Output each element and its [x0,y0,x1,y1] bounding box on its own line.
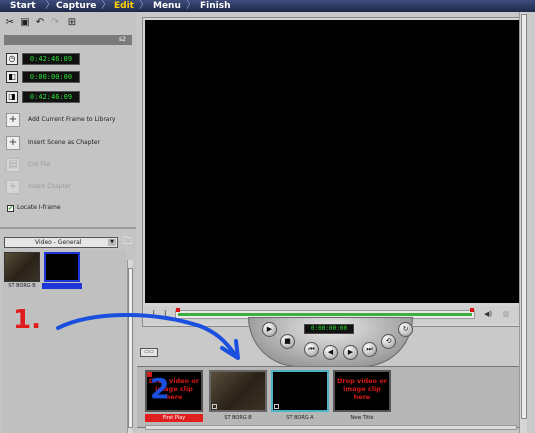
storyboard-slot-label: New Title [350,415,374,421]
right-scrollbar[interactable] [519,12,527,433]
top-navigation-bar: Start 〉 Capture 〉 Edit 〉 Menu 〉 Finish [0,0,535,12]
cut-file-button[interactable]: ▤ Cut File [6,158,131,172]
options-panel: ✂ ▣ ↶ ↷ ⊞ s2 ◷ 0:42:46:09 ◧ 0:00:00:00 ◨… [0,12,136,433]
panel-divider [0,227,136,229]
clip-corner-icon [212,404,217,409]
preview-window [145,20,520,303]
storyboard-slot-label: First Play [145,414,203,422]
mark-out-icon[interactable]: ◨ [6,91,18,103]
duration-row: ◷ 0:42:46:09 [6,53,81,65]
repeat-button[interactable]: ⟲ [381,334,396,349]
library-category-value: Video - General [35,239,82,246]
storyboard-scene-clip[interactable] [271,370,329,412]
options-icon[interactable]: ⊞ [66,17,78,29]
library-category-dropdown[interactable]: Video - General ▼ [4,237,118,248]
next-frame-button[interactable]: ▶ [343,345,358,360]
storyboard-drop-slot[interactable]: Drop video or image clip here [145,370,203,412]
end-button[interactable]: ⏭ [362,342,377,357]
scrub-progress-fill [178,313,472,316]
chapter-icon: + [6,180,20,194]
library-clip-thumbnail-selected[interactable] [44,252,80,282]
storyboard-scene-clip[interactable] [209,370,267,412]
previous-frame-button[interactable]: ◀ [323,345,338,360]
play-button[interactable]: ▶ [262,322,277,337]
start-marker[interactable] [176,308,180,312]
clock-icon: ◷ [6,53,18,65]
mark-out-row: ◨ 0:42:46:09 [6,91,81,103]
annotation-step-one: 1. [13,305,41,335]
library-clip-caption: ST BORG B [8,283,36,289]
chevron-right-icon: 〉 [186,0,196,11]
chevron-down-icon: ▼ [108,239,116,246]
library-scrollbar-thumb[interactable] [128,268,133,428]
mark-out-timecode[interactable]: 0:42:46:09 [22,91,80,103]
locate-iframe-label: Locate I-frame [17,204,61,211]
storyboard-drop-slot[interactable]: Drop video or image clip here [333,370,391,412]
chevron-right-icon: 〉 [45,0,55,11]
insert-scene-as-chapter-button[interactable]: + Insert Scene as Chapter [6,136,131,150]
repeat-toggle-button[interactable]: ↻ [398,322,413,337]
mark-in-button[interactable]: ⁅ [149,309,159,319]
library-clip-caption-selected: ST BORG A [42,283,82,289]
split-icon[interactable]: ▥ [501,309,511,319]
scissors-icon[interactable]: ✂ [4,17,16,29]
insert-chapter-button[interactable]: + Insert Chapter [6,180,131,194]
stop-button[interactable]: ■ [280,334,295,349]
insert-chapter-icon: + [6,136,20,150]
storyboard-slot-label: ST BORG A [286,415,314,421]
right-scrollbar-thumb[interactable] [521,14,527,419]
storyboard-slot-label: ST BORG B [224,415,252,421]
home-button[interactable]: ⏮ [304,342,319,357]
mark-in-timecode[interactable]: 0:00:00:00 [22,71,80,83]
mark-in-icon[interactable]: ◧ [6,71,18,83]
tab-menu[interactable]: Menu [153,0,181,12]
storyboard-view-toggle[interactable]: ▭▭ [140,348,158,357]
duration-timecode[interactable]: 0:42:46:09 [22,53,80,65]
library-clip-thumbnail[interactable] [4,252,40,282]
add-frame-to-library-button[interactable]: + Add Current Frame to Library [6,113,131,127]
library-area: ST BORG B ST BORG A [2,250,126,433]
library-scrollbar[interactable] [127,260,133,433]
undo-icon[interactable]: ↶ [34,17,46,29]
locate-iframe-checkbox[interactable]: ✔ [7,205,14,212]
mark-in-row: ◧ 0:00:00:00 [6,71,81,83]
preview-frame: ⁅ ⁆ ◀) ▥ [142,17,522,327]
chevron-right-icon: 〉 [101,0,111,11]
end-marker[interactable] [470,308,474,312]
clip-name-bar: s2 [4,35,132,45]
chevron-right-icon: 〉 [139,0,149,11]
clip-corner-icon [274,404,279,409]
tab-edit[interactable]: Edit [114,0,134,12]
mark-out-button[interactable]: ⁆ [160,309,170,319]
redo-icon[interactable]: ↷ [49,17,61,29]
folder-icon[interactable]: 🗀 [121,236,134,248]
storyboard: Drop video or image clip here First Play… [137,366,519,428]
navigation-controller: ▶ ■ 0:00:00:00 ⏮ ◀ ▶ ⏭ ⟲ ↻ [248,317,413,367]
volume-icon[interactable]: ◀) [483,309,493,319]
cut-file-icon: ▤ [6,158,20,172]
tab-start[interactable]: Start [10,0,36,12]
storyboard-scrollbar[interactable] [145,425,517,430]
tab-capture[interactable]: Capture [56,0,96,12]
save-icon[interactable]: ▣ [19,17,31,29]
tab-finish[interactable]: Finish [200,0,231,12]
player-timecode[interactable]: 0:00:00:00 [304,324,354,334]
add-frame-icon: + [6,113,20,127]
